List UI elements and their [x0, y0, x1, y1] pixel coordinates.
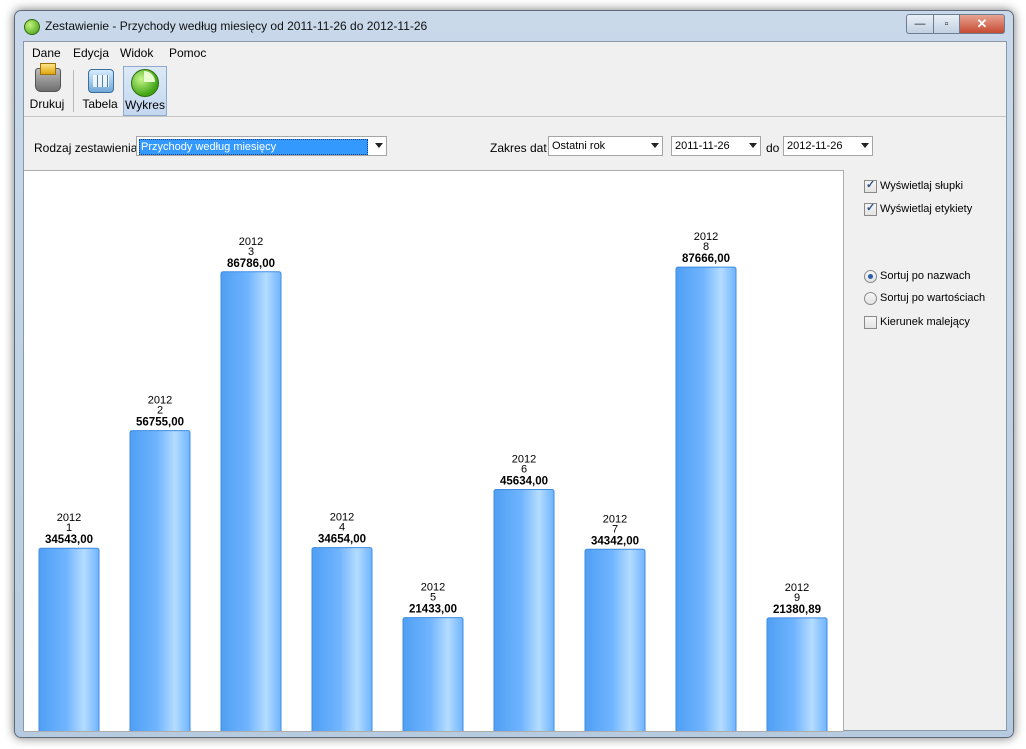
menu-widok[interactable]: Widok — [120, 46, 153, 60]
window-title: Zestawienie - Przychody według miesięcy … — [45, 19, 428, 33]
bar-value-label: 34342,00 — [591, 535, 639, 547]
show-labels-label: Wyświetlaj etykiety — [880, 203, 973, 215]
bar-6 — [493, 489, 555, 731]
filter-row: Rodzaj zestawienia Przychody według mies… — [24, 116, 1006, 156]
menu-bar: Dane Edycja Widok Pomoc — [24, 42, 1006, 65]
show-labels-checkbox[interactable] — [864, 201, 877, 216]
bar-month-label: 2 — [157, 405, 163, 417]
maximize-button[interactable]: ▫ — [934, 14, 960, 34]
date-from-select[interactable]: 2011-11-26 — [671, 136, 761, 156]
menu-edycja[interactable]: Edycja — [73, 46, 109, 60]
bar-month-label: 1 — [66, 522, 72, 534]
bar-chart: 2012134543,002012256755,002012386786,002… — [38, 231, 828, 731]
title-bar[interactable]: Zestawienie - Przychody według miesięcy … — [15, 11, 1013, 39]
close-button[interactable]: ✕ — [960, 14, 1005, 34]
print-label: Drukuj — [29, 97, 65, 111]
pie-chart-icon — [131, 69, 159, 97]
sort-by-value-label: Sortuj po wartościach — [880, 292, 986, 304]
bar-4 — [311, 547, 373, 731]
descending-label: Kierunek malejący — [880, 316, 970, 328]
date-range-label: Zakres dat — [490, 141, 547, 155]
bar-value-label: 21433,00 — [409, 604, 457, 616]
options-panel: Wyświetlaj słupki Wyświetlaj etykiety So… — [854, 170, 1004, 470]
table-icon — [88, 69, 114, 93]
chevron-down-icon — [651, 143, 659, 148]
toolbar-separator — [73, 70, 74, 112]
bar-3 — [220, 271, 282, 731]
sort-by-value-radio[interactable] — [864, 292, 877, 305]
table-button[interactable]: Tabela — [78, 66, 122, 114]
date-from-value: 2011-11-26 — [675, 140, 730, 152]
table-label: Tabela — [82, 97, 118, 111]
app-window: Zestawienie - Przychody według miesięcy … — [14, 10, 1014, 738]
bar-month-label: 4 — [339, 522, 345, 534]
toolbar: Drukuj Tabela Wykres — [24, 63, 1006, 117]
date-to-value: 2012-11-26 — [787, 140, 843, 152]
date-to-select[interactable]: 2012-11-26 — [783, 136, 873, 156]
bar-value-label: 86786,00 — [227, 258, 275, 270]
printer-icon — [35, 63, 61, 92]
bar-month-label: 7 — [612, 523, 618, 535]
chart-button[interactable]: Wykres — [123, 66, 167, 116]
bar-value-label: 56755,00 — [136, 417, 184, 429]
bar-value-label: 34543,00 — [45, 534, 93, 546]
bar-month-label: 3 — [248, 246, 254, 258]
bar-7 — [584, 548, 646, 731]
bar-value-label: 45634,00 — [500, 476, 548, 488]
sort-by-name-label: Sortuj po nazwach — [880, 270, 971, 282]
menu-pomoc[interactable]: Pomoc — [169, 46, 206, 60]
bar-month-label: 5 — [430, 592, 436, 604]
show-bars-checkbox[interactable] — [864, 178, 877, 193]
date-range-select[interactable]: Ostatni rok — [548, 136, 663, 156]
descending-checkbox[interactable] — [864, 316, 877, 329]
bar-month-label: 8 — [703, 241, 709, 253]
chart-panel: 2012 1 34543,00 2012 2 56755,00 2012 3 86786,00 2… — [24, 170, 844, 732]
report-type-select[interactable]: Przychody według miesięcy — [136, 136, 387, 156]
bar-9 — [766, 617, 828, 731]
print-button[interactable]: Drukuj — [26, 63, 68, 114]
app-icon — [24, 19, 40, 35]
menu-dane[interactable]: Dane — [32, 46, 61, 60]
bar-5 — [402, 617, 464, 731]
show-bars-label: Wyświetlaj słupki — [880, 180, 964, 192]
bar-8 — [675, 266, 737, 731]
bar-month-label: 6 — [521, 464, 527, 476]
date-range-value: Ostatni rok — [552, 140, 606, 152]
bar-value-label: 87666,00 — [682, 253, 730, 265]
report-type-label: Rodzaj zestawienia — [34, 141, 138, 155]
bar-2 — [129, 430, 191, 731]
report-type-value: Przychody według miesięcy — [139, 139, 368, 155]
chevron-down-icon — [375, 143, 383, 148]
chevron-down-icon — [861, 143, 869, 148]
bar-value-label: 21380,89 — [773, 604, 821, 616]
bar-value-label: 34654,00 — [318, 534, 366, 546]
minimize-button[interactable]: — — [906, 14, 934, 34]
chevron-down-icon — [749, 143, 757, 148]
chart-label: Wykres — [125, 98, 165, 112]
bar-month-label: 9 — [794, 592, 800, 604]
client-area: Dane Edycja Widok Pomoc Drukuj Tabela Wy… — [23, 41, 1007, 732]
bar-1 — [38, 547, 100, 731]
to-label: do — [766, 141, 780, 155]
sort-by-name-radio[interactable] — [864, 270, 877, 283]
